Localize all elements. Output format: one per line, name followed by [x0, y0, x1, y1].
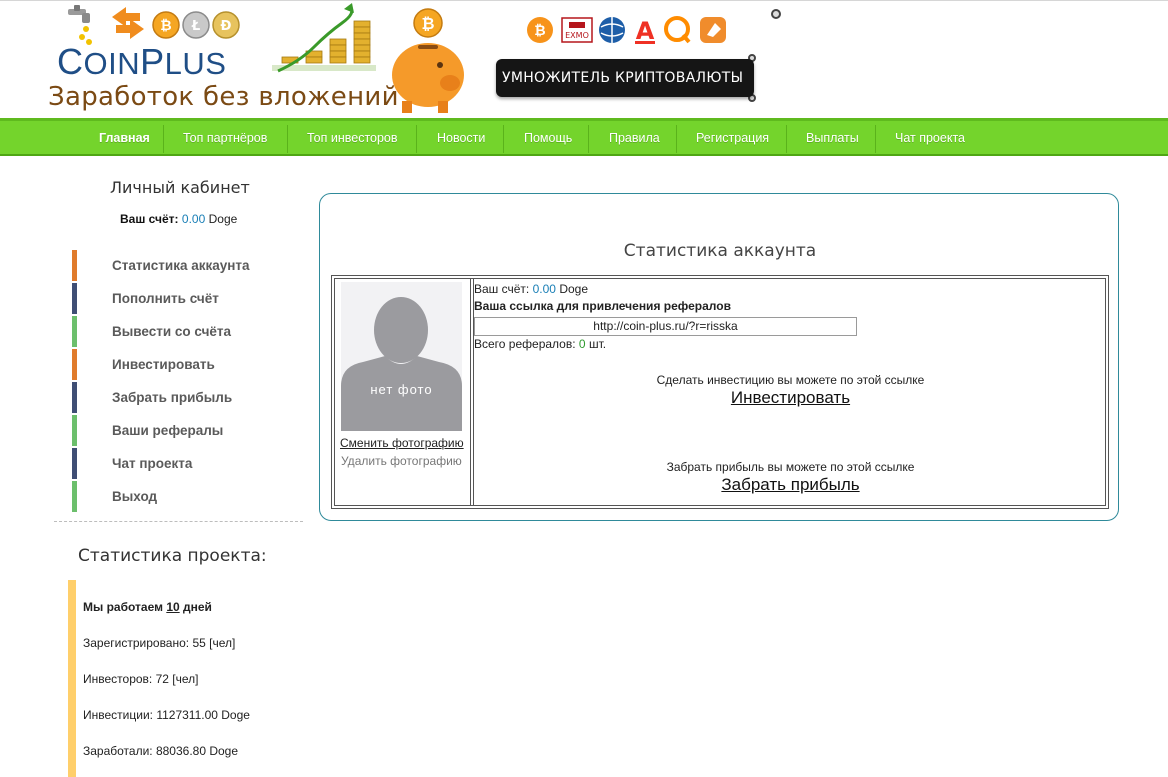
project-stats-marker: [68, 580, 76, 777]
nav-item-rules[interactable]: Правила: [609, 121, 660, 157]
account-balance: Ваш счёт: 0.00 Doge: [474, 282, 588, 296]
nav-divider: [588, 125, 589, 153]
site-logo[interactable]: COINPLUS: [57, 41, 226, 83]
nav-item-project-chat[interactable]: Чат проекта: [895, 121, 965, 157]
sidebar-item-marker: [72, 481, 77, 512]
site-slogan: Заработок без вложений: [48, 82, 399, 112]
sidebar-item-label: Выход: [112, 489, 158, 504]
invest-link[interactable]: Инвестировать: [474, 388, 1107, 408]
nav-divider: [503, 125, 504, 153]
no-photo-label: нет фото: [370, 382, 433, 397]
nav-item-home[interactable]: Главная: [99, 121, 150, 157]
nav-divider: [287, 125, 288, 153]
nav-divider: [416, 125, 417, 153]
sidebar-item-marker: [72, 448, 77, 479]
project-investors: Инвесторов: 72 [чел]: [83, 672, 199, 686]
project-working-days: Мы работаем 10 дней: [83, 600, 212, 614]
yandex-icon: [700, 17, 726, 43]
svg-text:₿: ₿: [421, 14, 434, 33]
sidebar-item-label: Забрать прибыль: [112, 390, 233, 405]
project-earned: Заработали: 88036.80 Doge: [83, 744, 239, 758]
pin-icon: [771, 9, 781, 19]
webmoney-icon: [599, 17, 625, 43]
nav-item-news[interactable]: Новости: [437, 121, 485, 157]
account-stats-table: нет фото Сменить фотографию Удалить фото…: [331, 275, 1109, 509]
sidebar-item-project-chat[interactable]: Чат проекта: [72, 448, 292, 479]
sidebar-item-label: Ваши рефералы: [112, 423, 224, 438]
svg-text:Ł: Ł: [191, 19, 200, 34]
alfa-icon: A: [635, 17, 655, 45]
nav-item-help[interactable]: Помощь: [524, 121, 572, 157]
sidebar-item-invest[interactable]: Инвестировать: [72, 349, 292, 380]
avatar-placeholder-icon: [341, 282, 462, 431]
sidebar-item-withdraw[interactable]: Вывести со счёта: [72, 316, 292, 347]
nav-divider: [163, 125, 164, 153]
sidebar-item-label: Чат проекта: [112, 456, 193, 471]
nav-divider: [875, 125, 876, 153]
main-nav: Главная Топ партнёров Топ инвесторов Нов…: [0, 118, 1168, 156]
sidebar-item-label: Пополнить счёт: [112, 291, 219, 306]
nav-item-top-partners[interactable]: Топ партнёров: [183, 121, 267, 157]
invest-hint: Сделать инвестицию вы можете по этой ссы…: [656, 373, 925, 387]
sidebar-item-marker: [72, 382, 77, 413]
sidebar-item-marker: [72, 283, 77, 314]
ref-link-field[interactable]: http://coin-plus.ru/?r=risska: [474, 317, 857, 336]
project-stats-title: Статистика проекта:: [78, 546, 267, 566]
project-investments: Инвестиции: 1127311.00 Doge: [83, 708, 250, 722]
info-cell: Ваш счёт: 0.00 Doge Ваша ссылка для прив…: [473, 279, 1105, 505]
sidebar-item-logout[interactable]: Выход: [72, 481, 292, 512]
exchange-icons-row: ₿ EXMO A: [525, 15, 730, 45]
sidebar-item-label: Вывести со счёта: [112, 324, 232, 339]
cabinet-title: Личный кабинет: [110, 178, 250, 197]
bitcoin-icon: ₿: [527, 17, 553, 43]
delete-photo-link[interactable]: Удалить фотографию: [341, 454, 462, 468]
collect-profit-link[interactable]: Забрать прибыль: [474, 475, 1107, 495]
project-registered: Зарегистрировано: 55 [чел]: [83, 636, 236, 650]
coins-growth-icon: [272, 3, 376, 73]
sidebar-balance: Ваш счёт: 0.00 Doge: [120, 212, 238, 226]
nav-divider: [676, 125, 677, 153]
qiwi-icon: [664, 16, 691, 44]
nav-item-top-investors[interactable]: Топ инвесторов: [307, 121, 398, 157]
change-photo-link[interactable]: Сменить фотографию: [340, 436, 464, 450]
page-title: Статистика аккаунта: [623, 241, 817, 261]
svg-text:₿: ₿: [160, 18, 171, 34]
sidebar-divider: [54, 521, 303, 522]
crypto-multiplier-banner[interactable]: УМНОЖИТЕЛЬ КРИПТОВАЛЮТЫ: [496, 59, 754, 97]
svg-text:₿: ₿: [534, 23, 545, 39]
svg-text:A: A: [636, 17, 655, 45]
sidebar-item-collect-profit[interactable]: Забрать прибыль: [72, 382, 292, 413]
sidebar-item-account-stats[interactable]: Статистика аккаунта: [72, 250, 292, 281]
sidebar-item-marker: [72, 316, 77, 347]
photo-cell: нет фото Сменить фотографию Удалить фото…: [335, 279, 471, 505]
avatar: нет фото: [341, 282, 462, 431]
piggy-bank-icon: ₿: [392, 8, 464, 113]
exmo-icon: EXMO: [561, 17, 593, 43]
sidebar-item-referrals[interactable]: Ваши рефералы: [72, 415, 292, 446]
sidebar-item-marker: [72, 250, 77, 281]
sidebar-item-marker: [72, 415, 77, 446]
sidebar-item-deposit[interactable]: Пополнить счёт: [72, 283, 292, 314]
profit-hint: Забрать прибыль вы можете по этой ссылке: [666, 460, 915, 474]
account-stats-panel: Статистика аккаунта нет фото Сменить фот…: [319, 193, 1119, 521]
sidebar-item-label: Инвестировать: [112, 357, 215, 372]
svg-text:Ð: Ð: [221, 19, 232, 34]
ref-link-label: Ваша ссылка для привлечения рефералов: [474, 299, 731, 313]
referrals-count: Всего рефералов: 0 шт.: [474, 337, 607, 351]
nav-divider: [786, 125, 787, 153]
site-header: ₿ Ł Ð COINPLUS Заработок без вложений ₿: [0, 0, 1168, 118]
nav-item-payouts[interactable]: Выплаты: [806, 121, 859, 157]
sidebar-item-label: Статистика аккаунта: [112, 258, 250, 273]
sidebar-item-marker: [72, 349, 77, 380]
svg-text:EXMO: EXMO: [565, 31, 589, 40]
nav-item-registration[interactable]: Регистрация: [696, 121, 769, 157]
